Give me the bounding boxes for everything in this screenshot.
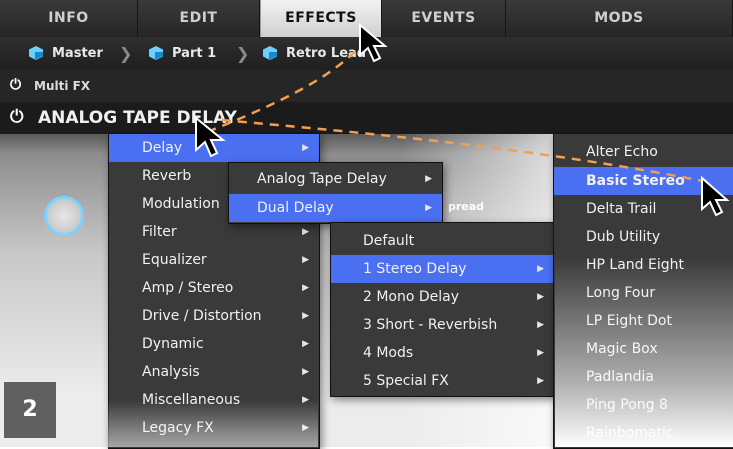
mouse-pointer-icon: [701, 175, 730, 217]
app-window: INFO EDIT EFFECTS EVENTS MODS Master ❯ P…: [0, 0, 733, 449]
annotation-dashed-line: [221, 118, 709, 184]
step-number-badge: 2: [4, 382, 56, 438]
annotation-overlay: [195, 22, 730, 217]
annotation-dashed-line: [211, 39, 367, 132]
mouse-pointer-icon: [359, 22, 388, 63]
mouse-pointer-icon: [195, 115, 226, 158]
